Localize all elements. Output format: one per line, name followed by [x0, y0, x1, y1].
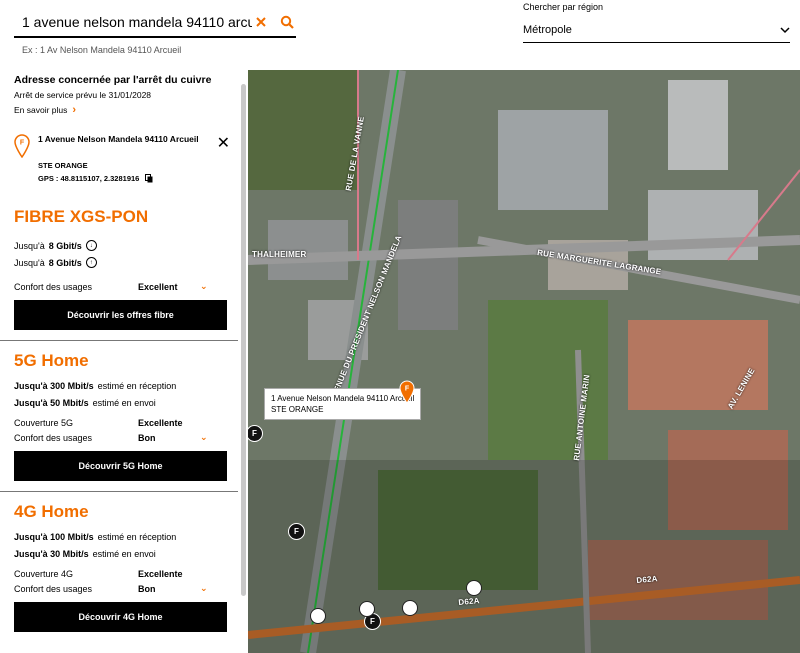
location-marker[interactable]: [466, 580, 482, 596]
home4g-up-rest: estimé en envoi: [92, 548, 156, 559]
home4g-up-bold: Jusqu'à 30 Mbit/s: [14, 548, 89, 559]
fibre-marker[interactable]: F: [288, 523, 305, 540]
home5g-comfort-row[interactable]: Confort des usages Bon ⌄: [14, 430, 234, 445]
pin-letter: F: [20, 140, 25, 147]
home4g-section: 4G Home Jusqu'à 100 Mbit/s estimé en réc…: [0, 502, 248, 632]
location-marker[interactable]: [310, 608, 326, 624]
search-hint: Ex : 1 Av Nelson Mandela 94110 Arcueil: [22, 45, 182, 55]
learn-more-label: En savoir plus: [14, 105, 68, 115]
fibre-up-prefix: Jusqu'à: [14, 257, 45, 268]
fibre-offers-button[interactable]: Découvrir les offres fibre: [14, 300, 227, 330]
home5g-up: Jusqu'à 50 Mbit/s estimé en envoi: [14, 394, 234, 411]
close-icon: [256, 17, 266, 27]
marker-letter: F: [370, 617, 375, 626]
clear-search-button[interactable]: [252, 13, 270, 31]
fibre-comfort-row[interactable]: Confort des usages Excellent ⌄: [14, 279, 234, 294]
address-card: F 1 Avenue Nelson Mandela 94110 Arcueil …: [14, 134, 234, 183]
street-label-thalheimer: THALHEIMER: [252, 250, 307, 259]
address-gps: GPS : 48.8115107, 2.3281916: [38, 174, 224, 183]
home5g-down-bold: Jusqu'à 300 Mbit/s: [14, 380, 94, 391]
home5g-coverage-row: Couverture 5G Excellente: [14, 415, 234, 430]
home5g-section: 5G Home Jusqu'à 300 Mbit/s estimé en réc…: [0, 351, 248, 492]
home5g-down-rest: estimé en réception: [97, 380, 177, 391]
fibre-title: FIBRE XGS-PON: [14, 207, 149, 226]
chevron-down-icon[interactable]: ⌄: [200, 432, 208, 443]
home4g-offers-button[interactable]: Découvrir 4G Home: [14, 602, 227, 632]
fibre-down-prefix: Jusqu'à: [14, 240, 45, 251]
home4g-down-rest: estimé en réception: [97, 531, 177, 542]
fibre-pin-icon[interactable]: F: [399, 380, 415, 404]
learn-more-link[interactable]: En savoir plus ›: [14, 104, 234, 116]
search-icon: [280, 15, 294, 29]
fibre-down-value: 8 Gbit/s: [48, 240, 82, 251]
home4g-coverage-value: Excellente: [138, 568, 183, 579]
fibre-up-value: 8 Gbit/s: [48, 257, 82, 268]
home4g-down: Jusqu'à 100 Mbit/s estimé en réception: [14, 528, 234, 545]
home5g-coverage-label: Couverture 5G: [14, 417, 74, 428]
street-label-d62a-2: D62A: [636, 574, 658, 585]
popup-address: 1 Avenue Nelson Mandela 94110 Arcueil: [271, 394, 415, 403]
results-panel: Adresse concernée par l'arrêt du cuivre …: [0, 70, 248, 653]
home5g-coverage-value: Excellente: [138, 417, 183, 428]
home5g-up-bold: Jusqu'à 50 Mbit/s: [14, 397, 89, 408]
close-address-button[interactable]: ✕: [217, 136, 230, 152]
marker-letter: F: [252, 429, 257, 438]
address-operator: STE ORANGE: [38, 161, 88, 170]
fibre-comfort-value: Excellent: [138, 281, 178, 292]
street-label-d62a: D62A: [458, 596, 480, 607]
chevron-right-icon: ›: [72, 104, 77, 116]
divider: [0, 491, 238, 492]
search-input[interactable]: [14, 9, 252, 35]
location-marker[interactable]: [402, 600, 418, 616]
home5g-comfort-value: Bon: [138, 432, 156, 443]
region-selected: Métropole: [523, 24, 572, 36]
home4g-up: Jusqu'à 30 Mbit/s estimé en envoi: [14, 545, 234, 562]
search-button[interactable]: [278, 13, 296, 31]
satellite-map[interactable]: THALHEIMER RUE DE LA VANNE AVENUE DU PRE…: [248, 70, 800, 653]
panel-scrollbar[interactable]: [241, 84, 246, 596]
search-row: [14, 8, 296, 38]
home5g-up-rest: estimé en envoi: [92, 397, 156, 408]
copy-icon[interactable]: [145, 174, 153, 183]
copper-shutdown-section: Adresse concernée par l'arrêt du cuivre …: [0, 74, 248, 183]
address-popup: 1 Avenue Nelson Mandela 94110 Arcueil ST…: [264, 388, 422, 420]
location-marker[interactable]: [359, 601, 375, 617]
copper-date: Arrêt de service prévu le 31/01/2028: [14, 90, 152, 100]
region-label: Chercher par région: [523, 2, 604, 12]
copper-title: Adresse concernée par l'arrêt du cuivre: [14, 74, 212, 86]
fibre-comfort-label: Confort des usages: [14, 281, 93, 292]
fibre-section: FIBRE XGS-PON Jusqu'à 8 Gbit/s ↓ Jusqu'à…: [0, 207, 248, 341]
home5g-title: 5G Home: [14, 351, 89, 370]
gps-coordinates: GPS : 48.8115107, 2.3281916: [38, 174, 140, 183]
upload-icon: ↑: [85, 257, 97, 268]
chevron-down-icon: [780, 27, 790, 34]
popup-operator: STE ORANGE: [271, 405, 324, 414]
chevron-down-icon[interactable]: ⌄: [200, 281, 208, 292]
home4g-title: 4G Home: [14, 502, 89, 521]
home5g-down: Jusqu'à 300 Mbit/s estimé en réception: [14, 377, 234, 394]
map-pin-letter: F: [405, 386, 410, 393]
divider: [0, 340, 238, 341]
home4g-comfort-value: Bon: [138, 583, 156, 594]
home4g-coverage-label: Couverture 4G: [14, 568, 74, 579]
map-imagery: [248, 70, 800, 653]
fibre-up: Jusqu'à 8 Gbit/s ↑: [14, 254, 234, 271]
region-filter: Chercher par région Métropole: [523, 2, 790, 43]
home5g-offers-button[interactable]: Découvrir 5G Home: [14, 451, 227, 481]
home4g-down-bold: Jusqu'à 100 Mbit/s: [14, 531, 94, 542]
home5g-comfort-label: Confort des usages: [14, 432, 93, 443]
home4g-comfort-row[interactable]: Confort des usages Bon ⌄: [14, 581, 234, 596]
fibre-pin-icon: F: [14, 134, 30, 158]
home4g-coverage-row: Couverture 4G Excellente: [14, 566, 234, 581]
marker-letter: F: [294, 527, 299, 536]
download-icon: ↓: [85, 240, 97, 251]
address-title: 1 Avenue Nelson Mandela 94110 Arcueil: [38, 134, 199, 144]
region-select[interactable]: Métropole: [523, 18, 790, 43]
chevron-down-icon[interactable]: ⌄: [200, 583, 208, 594]
address-search: Ex : 1 Av Nelson Mandela 94110 Arcueil: [14, 8, 296, 55]
fibre-down: Jusqu'à 8 Gbit/s ↓: [14, 237, 234, 254]
home4g-comfort-label: Confort des usages: [14, 583, 93, 594]
